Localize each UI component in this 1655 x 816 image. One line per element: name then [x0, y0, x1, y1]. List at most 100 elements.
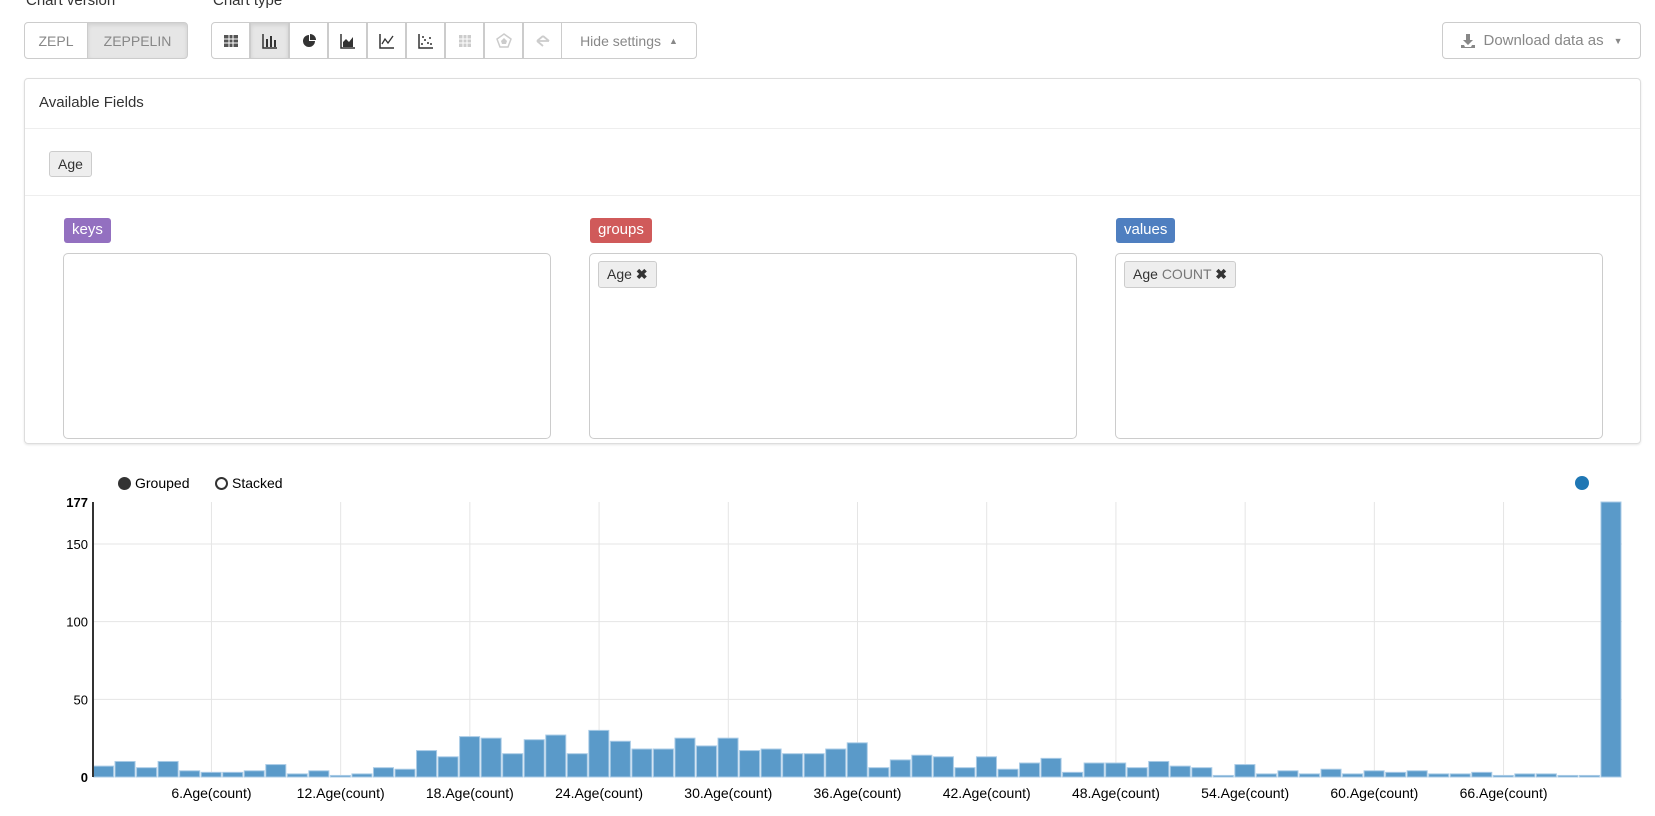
legend-grouped[interactable]: Grouped — [118, 475, 189, 491]
x-tick-label: 48.Age(count) — [1072, 785, 1160, 801]
bar — [136, 767, 158, 778]
hide-settings-button[interactable]: Hide settings ▲ — [561, 22, 697, 59]
download-icon — [1461, 33, 1476, 48]
aggregation-label[interactable]: COUNT — [1162, 266, 1212, 282]
bar — [265, 764, 287, 778]
keys-badge: keys — [64, 218, 111, 243]
bar — [523, 739, 545, 778]
chart-type-radar-button[interactable] — [484, 22, 523, 59]
divider — [25, 195, 1640, 196]
radio-filled-icon — [118, 476, 131, 490]
y-tick-label: 150 — [66, 537, 88, 552]
y-tick-label: 177 — [66, 495, 88, 510]
bar — [1169, 765, 1191, 778]
x-tick-label: 66.Age(count) — [1460, 785, 1548, 801]
bar — [717, 737, 739, 778]
x-tick-label: 12.Age(count) — [297, 785, 385, 801]
bar — [480, 737, 502, 778]
bar — [1557, 774, 1579, 778]
bar — [631, 748, 653, 778]
bar — [803, 753, 825, 778]
bar — [286, 773, 308, 778]
chart-type-heatmap-button[interactable] — [445, 22, 484, 59]
chart-type-table-button[interactable] — [211, 22, 250, 59]
bar — [1126, 767, 1148, 778]
bar — [416, 750, 438, 778]
area-chart-icon — [339, 33, 355, 49]
bar — [652, 748, 674, 778]
remove-icon[interactable]: ✖ — [636, 266, 648, 282]
zeppelin-version-button[interactable]: ZEPPELIN — [87, 22, 188, 59]
bar — [1083, 762, 1105, 778]
bar — [1105, 762, 1127, 778]
values-dropzone[interactable]: Age COUNT ✖ — [1115, 253, 1603, 439]
download-data-button[interactable]: Download data as ▼ — [1442, 22, 1641, 59]
chart-type-label: Chart type — [213, 0, 283, 9]
y-tick-label: 50 — [74, 692, 88, 707]
bar — [1234, 764, 1256, 778]
bar — [372, 767, 394, 778]
bar — [1514, 773, 1536, 778]
bar — [739, 750, 761, 778]
bar — [1062, 771, 1084, 778]
x-tick-label: 42.Age(count) — [943, 785, 1031, 801]
bar — [1277, 770, 1299, 778]
x-tick-label: 24.Age(count) — [555, 785, 643, 801]
bar — [954, 767, 976, 778]
available-fields-title: Available Fields — [39, 94, 144, 111]
y-tick-label: 100 — [66, 615, 88, 630]
table-icon — [223, 34, 238, 47]
bar — [179, 770, 201, 778]
available-field-age[interactable]: Age — [49, 151, 92, 177]
radio-empty-icon — [215, 476, 228, 490]
bar — [1600, 501, 1622, 778]
network-icon — [535, 34, 550, 47]
x-tick-label: 30.Age(count) — [684, 785, 772, 801]
x-tick-label: 36.Age(count) — [814, 785, 902, 801]
bar — [93, 765, 115, 778]
group-item-age[interactable]: Age ✖ — [598, 261, 657, 288]
bar — [200, 771, 222, 778]
chart-type-area-chart-button[interactable] — [328, 22, 367, 59]
bar — [588, 729, 610, 778]
bar — [975, 756, 997, 778]
download-label: Download data as — [1483, 32, 1604, 49]
bar — [1428, 773, 1450, 778]
bar — [695, 745, 718, 778]
bar — [1342, 773, 1364, 778]
series-legend-dot[interactable] — [1575, 476, 1589, 490]
chart-type-network-button[interactable] — [523, 22, 562, 59]
bar — [1406, 770, 1428, 778]
bar — [459, 736, 481, 778]
legend-stacked[interactable]: Stacked — [215, 475, 283, 491]
value-item-label: Age — [1133, 266, 1158, 282]
bar — [1471, 771, 1493, 778]
value-item-age-count[interactable]: Age COUNT ✖ — [1124, 261, 1236, 288]
remove-icon[interactable]: ✖ — [1215, 266, 1227, 282]
keys-dropzone[interactable] — [63, 253, 551, 439]
bar — [609, 740, 631, 778]
bar — [932, 756, 954, 778]
chart-type-scatter-chart-button[interactable] — [406, 22, 445, 59]
values-badge: values — [1116, 218, 1176, 243]
bar — [502, 753, 524, 778]
bar — [1255, 773, 1277, 778]
heatmap-icon — [458, 34, 471, 47]
bar — [243, 770, 265, 778]
bar — [868, 767, 890, 778]
bar — [825, 748, 847, 778]
bar — [782, 753, 804, 778]
divider — [25, 128, 1640, 129]
bar — [1385, 771, 1407, 778]
chart-type-bar-chart-button[interactable] — [250, 22, 289, 59]
chart-version-label: Chart version — [26, 0, 116, 9]
chart-type-line-chart-button[interactable] — [367, 22, 406, 59]
x-tick-label: 6.Age(count) — [171, 785, 251, 801]
bar — [674, 737, 696, 778]
chart-type-pie-chart-button[interactable] — [289, 22, 328, 59]
bar — [1040, 757, 1062, 778]
bar — [545, 734, 567, 778]
groups-dropzone[interactable]: Age ✖ — [589, 253, 1077, 439]
zepl-version-button[interactable]: ZEPL — [24, 22, 88, 59]
caret-down-icon: ▼ — [1613, 35, 1623, 46]
